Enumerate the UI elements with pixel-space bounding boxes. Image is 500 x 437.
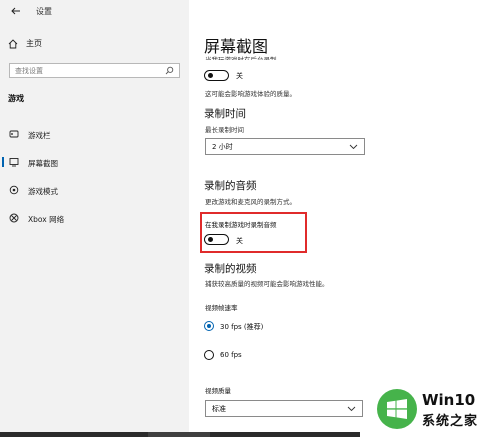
taskbar-segment bbox=[148, 432, 210, 437]
fps-label: 视频帧速率 bbox=[205, 304, 238, 312]
fps-30-label: 30 fps (推荐) bbox=[220, 323, 264, 331]
record-time-sub: 最长录制时间 bbox=[205, 126, 244, 134]
chevron-down-icon bbox=[347, 406, 356, 411]
sidebar-item-label: Xbox 网络 bbox=[28, 215, 65, 224]
xbox-icon bbox=[9, 213, 19, 223]
window-title: 设置 bbox=[36, 6, 52, 16]
sidebar-item-label: 游戏模式 bbox=[28, 187, 58, 196]
sidebar-item-label: 屏幕截图 bbox=[28, 159, 58, 168]
sidebar-item-xbox-network[interactable]: Xbox 网络 bbox=[0, 210, 189, 226]
audio-toggle-state: 关 bbox=[236, 237, 243, 245]
game-mode-icon bbox=[9, 185, 19, 195]
back-arrow-icon[interactable] bbox=[10, 5, 22, 17]
bg-record-label: 当我玩游戏时在后台录制 bbox=[205, 56, 277, 60]
win10-logo-icon bbox=[377, 389, 417, 429]
fps-60-label: 60 fps bbox=[220, 351, 242, 359]
windows-logo-icon bbox=[387, 399, 407, 419]
search-input[interactable]: 查找设置 bbox=[9, 63, 180, 78]
bg-record-toggle[interactable] bbox=[204, 70, 229, 81]
sidebar-item-label: 游戏栏 bbox=[28, 131, 51, 140]
audio-heading: 录制的音频 bbox=[204, 180, 257, 192]
chevron-down-icon bbox=[349, 144, 358, 149]
search-icon bbox=[165, 66, 174, 75]
sidebar: 设置 主页 查找设置 游戏 游戏栏 屏幕截图 游戏模式 Xbox 网络 bbox=[0, 0, 189, 437]
home-label: 主页 bbox=[26, 39, 42, 48]
sidebar-item-game-mode[interactable]: 游戏模式 bbox=[0, 182, 189, 198]
quality-value: 标准 bbox=[212, 404, 226, 413]
fps-30-radio[interactable] bbox=[204, 321, 214, 331]
audio-toggle-label: 在我录制游戏时录制音频 bbox=[205, 221, 277, 229]
record-time-select[interactable]: 2 小时 bbox=[205, 138, 365, 155]
main-content: 屏幕截图 当我玩游戏时在后台录制 关 这可能会影响游戏体验的质量。 录制时间 最… bbox=[189, 0, 500, 437]
screen-capture-icon bbox=[9, 158, 19, 167]
sidebar-item-game-bar[interactable]: 游戏栏 bbox=[0, 126, 189, 142]
audio-sub: 更改游戏和麦克风的录制方式。 bbox=[205, 198, 296, 206]
watermark-title: Win10 bbox=[422, 391, 476, 409]
record-time-heading: 录制时间 bbox=[204, 108, 246, 120]
bg-record-note: 这可能会影响游戏体验的质量。 bbox=[205, 90, 296, 98]
search-placeholder: 查找设置 bbox=[15, 66, 43, 75]
bg-record-toggle-state: 关 bbox=[236, 72, 243, 80]
audio-record-toggle[interactable] bbox=[204, 234, 229, 245]
game-bar-icon bbox=[9, 130, 19, 138]
watermark: Win10 系统之家 bbox=[375, 383, 500, 437]
quality-select[interactable]: 标准 bbox=[205, 400, 363, 417]
title-bar: 设置 bbox=[10, 4, 52, 18]
video-sub: 捕获较高质量的视频可能会影响游戏性能。 bbox=[205, 280, 329, 288]
home-link[interactable]: 主页 bbox=[8, 38, 42, 49]
home-icon bbox=[8, 38, 18, 48]
watermark-subtitle: 系统之家 bbox=[422, 414, 479, 429]
quality-label: 视频质量 bbox=[205, 387, 231, 395]
fps-60-radio[interactable] bbox=[204, 350, 214, 360]
taskbar-strip bbox=[0, 432, 360, 437]
section-title-gaming: 游戏 bbox=[8, 94, 24, 103]
record-time-value: 2 小时 bbox=[212, 142, 233, 151]
video-heading: 录制的视频 bbox=[204, 263, 257, 275]
sidebar-item-screen-capture[interactable]: 屏幕截图 bbox=[0, 154, 189, 170]
